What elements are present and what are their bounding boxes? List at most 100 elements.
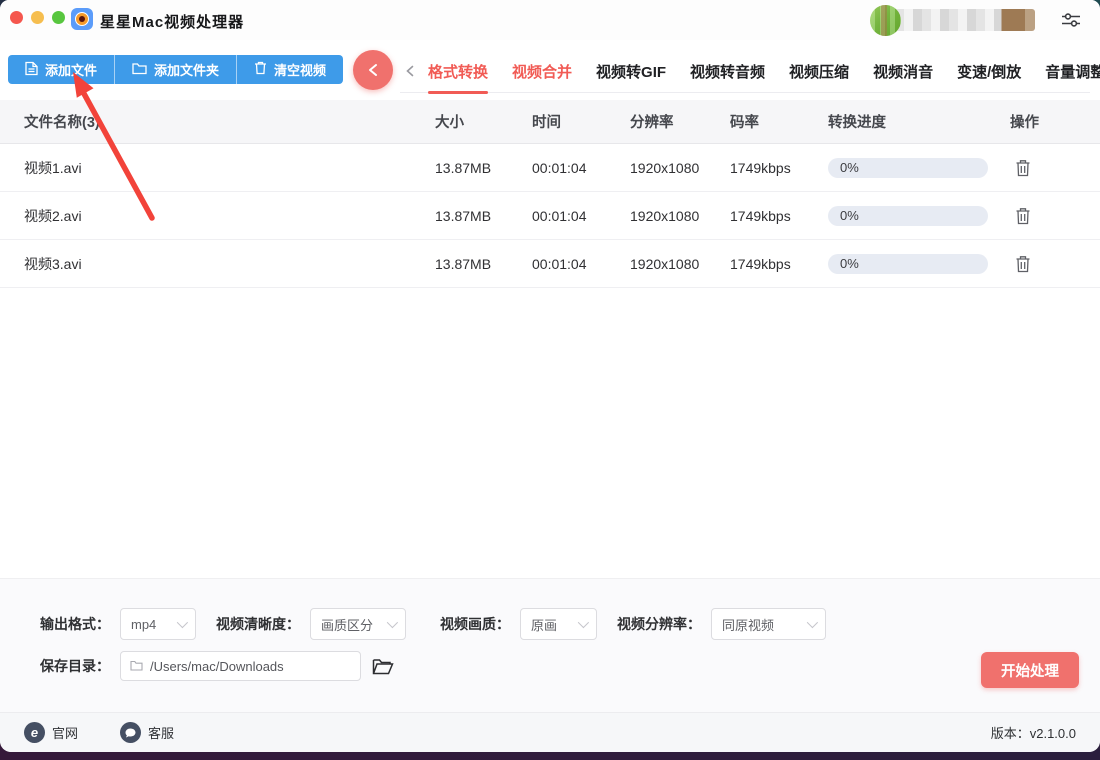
clear-videos-label: 清空视频 <box>274 60 326 79</box>
chevron-down-icon <box>177 617 188 628</box>
output-format-label: 输出格式： <box>40 614 110 634</box>
user-account[interactable] <box>870 4 1038 36</box>
clarity-select[interactable]: 画质区分 <box>310 608 406 640</box>
customer-support-link[interactable]: 客服 <box>120 722 174 743</box>
file-time: 00:01:04 <box>532 256 630 272</box>
output-settings-panel: 输出格式： mp4 视频清晰度： 画质区分 视频画质： 原画 视频分辨率： 同原… <box>0 578 1100 712</box>
footer: e 官网 客服 版本：v2.1.0.0 <box>0 712 1100 752</box>
chevron-down-icon <box>387 617 398 628</box>
chat-bubble-icon <box>120 722 141 743</box>
minimize-window-button[interactable] <box>31 11 44 24</box>
feature-tabs: 格式转换 视频合并 视频转GIF 视频转音频 视频压缩 视频消音 变速/倒放 音… <box>400 50 1090 93</box>
username-redacted <box>895 9 1035 31</box>
chevron-down-icon <box>807 617 818 628</box>
save-dir-value: /Users/mac/Downloads <box>150 659 284 674</box>
header-time: 时间 <box>532 111 630 132</box>
progress-bar: 0% <box>828 158 988 178</box>
file-bitrate: 1749kbps <box>730 256 828 272</box>
tab-video-mute[interactable]: 视频消音 <box>873 50 933 93</box>
support-label: 客服 <box>148 723 174 742</box>
output-format-select[interactable]: mp4 <box>120 608 196 640</box>
file-size: 13.87MB <box>435 208 532 224</box>
start-processing-button[interactable]: 开始处理 <box>981 652 1079 688</box>
file-name: 视频1.avi <box>0 158 435 178</box>
progress-bar: 0% <box>828 206 988 226</box>
file-resolution: 1920x1080 <box>630 208 730 224</box>
file-bitrate: 1749kbps <box>730 208 828 224</box>
browse-folder-button[interactable] <box>372 655 396 677</box>
close-window-button[interactable] <box>10 11 23 24</box>
settings-row-2: 保存目录： /Users/mac/Downloads <box>40 651 396 681</box>
app-window: 星星Mac视频处理器 添加文件 <box>0 0 1100 752</box>
tabs-back-circle-button[interactable] <box>353 50 393 90</box>
save-dir-label: 保存目录： <box>40 656 110 676</box>
header-bitrate: 码率 <box>730 111 828 132</box>
file-time: 00:01:04 <box>532 208 630 224</box>
file-size: 13.87MB <box>435 256 532 272</box>
app-title: 星星Mac视频处理器 <box>100 11 244 32</box>
tab-video-merge[interactable]: 视频合并 <box>512 50 572 93</box>
file-bitrate: 1749kbps <box>730 160 828 176</box>
tab-video-to-gif[interactable]: 视频转GIF <box>596 50 666 93</box>
header-file-name: 文件名称(3) <box>0 111 435 132</box>
add-folder-label: 添加文件夹 <box>154 60 219 79</box>
settings-sliders-icon[interactable] <box>1060 9 1082 31</box>
file-resolution: 1920x1080 <box>630 160 730 176</box>
quality-value: 原画 <box>531 615 557 634</box>
clarity-value: 画质区分 <box>321 615 373 634</box>
progress-label: 0% <box>840 256 859 271</box>
clarity-label: 视频清晰度： <box>216 614 300 634</box>
official-site-link[interactable]: e 官网 <box>24 722 78 743</box>
tab-video-to-audio[interactable]: 视频转音频 <box>690 50 765 93</box>
website-icon: e <box>24 722 45 743</box>
file-time: 00:01:04 <box>532 160 630 176</box>
file-actions-group: 添加文件 添加文件夹 清空视频 <box>8 55 343 84</box>
output-format-value: mp4 <box>131 617 156 632</box>
header-resolution: 分辨率 <box>630 111 730 132</box>
quality-select[interactable]: 原画 <box>520 608 597 640</box>
resolution-value: 同原视频 <box>722 615 774 634</box>
folder-icon <box>132 62 147 78</box>
table-row: 视频3.avi 13.87MB 00:01:04 1920x1080 1749k… <box>0 240 1100 288</box>
progress-label: 0% <box>840 208 859 223</box>
progress-bar: 0% <box>828 254 988 274</box>
delete-row-button[interactable] <box>1012 157 1034 179</box>
tab-format-convert[interactable]: 格式转换 <box>428 50 488 93</box>
file-name: 视频3.avi <box>0 254 435 274</box>
resolution-label: 视频分辨率： <box>617 614 701 634</box>
tab-video-compress[interactable]: 视频压缩 <box>789 50 849 93</box>
save-dir-input[interactable]: /Users/mac/Downloads <box>120 651 361 681</box>
file-name: 视频2.avi <box>0 206 435 226</box>
zoom-window-button[interactable] <box>52 11 65 24</box>
delete-row-button[interactable] <box>1012 205 1034 227</box>
table-row: 视频2.avi 13.87MB 00:01:04 1920x1080 1749k… <box>0 192 1100 240</box>
app-logo-icon <box>71 8 93 30</box>
version-text: 版本：v2.1.0.0 <box>991 723 1076 742</box>
document-icon <box>25 61 38 79</box>
video-file-table: 文件名称(3) 大小 时间 分辨率 码率 转换进度 操作 视频1.avi 13.… <box>0 100 1100 288</box>
tab-volume-adjust[interactable]: 音量调整 <box>1045 50 1100 93</box>
settings-row-1: 输出格式： mp4 视频清晰度： 画质区分 视频画质： 原画 视频分辨率： 同原… <box>40 608 826 640</box>
titlebar: 星星Mac视频处理器 <box>0 0 1100 40</box>
official-site-label: 官网 <box>52 723 78 742</box>
avatar[interactable] <box>870 5 901 36</box>
table-header-row: 文件名称(3) 大小 时间 分辨率 码率 转换进度 操作 <box>0 100 1100 144</box>
delete-row-button[interactable] <box>1012 253 1034 275</box>
tabs-scroll-left-icon[interactable] <box>406 65 414 77</box>
traffic-lights <box>10 11 65 24</box>
clear-videos-button[interactable]: 清空视频 <box>236 55 343 84</box>
trash-icon <box>254 61 267 78</box>
file-resolution: 1920x1080 <box>630 256 730 272</box>
file-size: 13.87MB <box>435 160 532 176</box>
header-progress: 转换进度 <box>828 111 1010 132</box>
header-size: 大小 <box>435 111 532 132</box>
add-folder-button[interactable]: 添加文件夹 <box>114 55 236 84</box>
add-file-button[interactable]: 添加文件 <box>8 55 114 84</box>
chevron-down-icon <box>578 617 589 628</box>
resolution-select[interactable]: 同原视频 <box>711 608 826 640</box>
header-action: 操作 <box>1010 111 1100 132</box>
progress-label: 0% <box>840 160 859 175</box>
folder-small-icon <box>130 659 143 674</box>
tab-speed-reverse[interactable]: 变速/倒放 <box>957 50 1021 93</box>
table-row: 视频1.avi 13.87MB 00:01:04 1920x1080 1749k… <box>0 144 1100 192</box>
